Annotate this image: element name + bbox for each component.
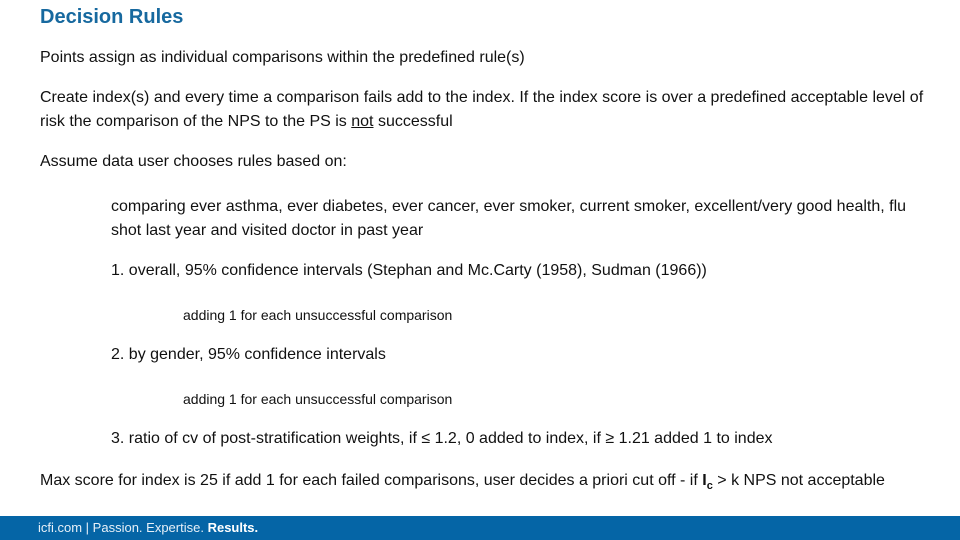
assume-text: Assume data user chooses rules based on:: [40, 153, 347, 170]
points-text: Points assign as individual comparisons …: [40, 49, 525, 66]
footer-bar: icfi.com | Passion. Expertise. Results.: [0, 516, 960, 540]
footer-tag-expertise: Expertise.: [142, 520, 204, 535]
slide-title: Decision Rules: [40, 6, 184, 28]
footer-site: icfi.com: [38, 520, 83, 535]
rule-2-sub: adding 1 for each unsuccessful compariso…: [183, 391, 453, 407]
max-score-before: Max score for index is 25 if add 1 for e…: [40, 472, 703, 489]
footer-tag-passion: Passion.: [92, 520, 143, 535]
rule-2: 2. by gender, 95% confidence intervals: [111, 346, 386, 363]
rule-1: 1. overall, 95% confidence intervals (St…: [111, 262, 707, 279]
index-text-end: successful: [373, 113, 453, 130]
footer-text: icfi.com | Passion. Expertise. Results.: [38, 520, 258, 535]
footer-separator: |: [82, 520, 93, 535]
max-score-text: Max score for index is 25 if add 1 for e…: [40, 470, 940, 497]
index-text: Create index(s) and every time a compari…: [40, 89, 924, 130]
underlined-not: not: [351, 113, 374, 130]
index-paragraph: Create index(s) and every time a compari…: [40, 86, 940, 134]
rule-3: 3. ratio of cv of post-stratification we…: [111, 430, 773, 447]
footer-tag-results: Results.: [203, 520, 259, 535]
max-score-after: > k NPS not acceptable: [712, 472, 885, 489]
rule-1-sub: adding 1 for each unsuccessful compariso…: [183, 307, 453, 323]
index-symbol: Ic: [702, 472, 713, 492]
comparing-text: comparing ever asthma, ever diabetes, ev…: [111, 198, 907, 239]
